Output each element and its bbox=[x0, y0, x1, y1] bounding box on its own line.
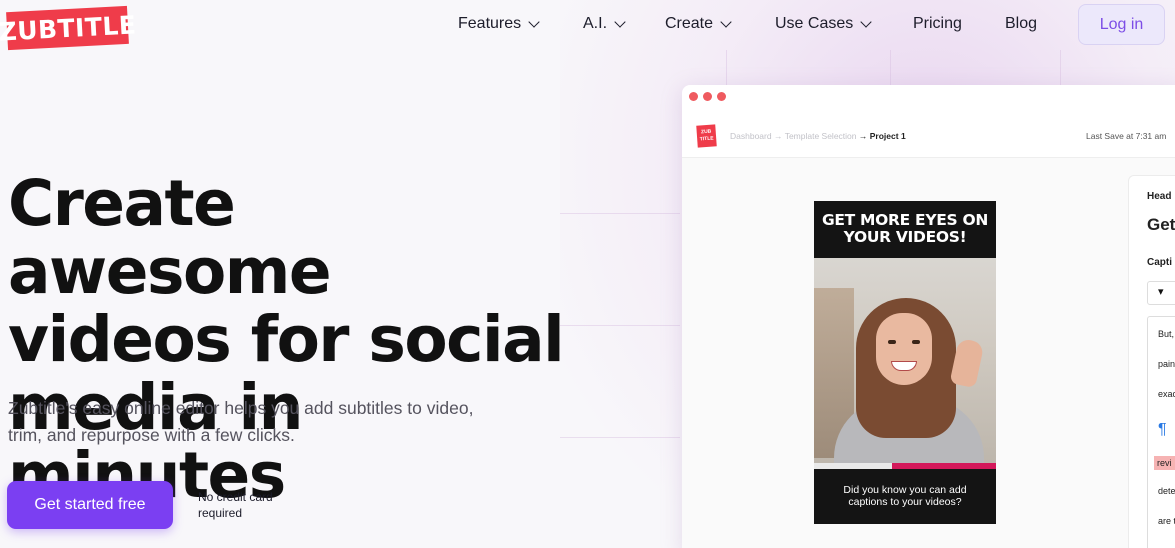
nav-item-features[interactable]: Features bbox=[458, 15, 540, 33]
caption-line: dete bbox=[1158, 486, 1175, 496]
caption-style-dropdown[interactable]: ▾ bbox=[1147, 281, 1175, 305]
video-preview: GET MORE EYES ON YOUR VIDEOS! Did you kn… bbox=[814, 201, 996, 524]
nav-item-label: Blog bbox=[1005, 15, 1038, 32]
top-navigation: ZUBTITLE Features A.I. Create Use Cases … bbox=[0, 0, 1175, 51]
editor-header: ZUB TITLE Dashboard → Template Selection… bbox=[682, 113, 1175, 158]
caption-line: are t bbox=[1158, 516, 1175, 526]
grid-line bbox=[560, 437, 680, 438]
properties-panel: Head Get Capti ▾ But, pain exac ¶ revi d… bbox=[1128, 175, 1175, 548]
no-credit-card-note: No credit card required bbox=[198, 490, 273, 520]
nav-item-label: Features bbox=[458, 15, 522, 32]
heading-value: Get bbox=[1147, 215, 1175, 234]
breadcrumb: Dashboard → Template Selection → Project… bbox=[730, 131, 906, 141]
editor-preview-window: ZUB TITLE Dashboard → Template Selection… bbox=[682, 85, 1175, 548]
chevron-down-icon bbox=[614, 16, 626, 28]
nav-item-blog[interactable]: Blog bbox=[1005, 15, 1037, 33]
face-shape bbox=[876, 313, 932, 385]
zubtitle-logo[interactable]: ZUBTITLE bbox=[0, 5, 137, 51]
logo-text: ZUBTITLE bbox=[0, 9, 138, 47]
nav-item-create[interactable]: Create bbox=[665, 15, 732, 33]
video-headline: GET MORE EYES ON YOUR VIDEOS! bbox=[821, 211, 989, 246]
grid-line bbox=[560, 213, 680, 214]
caption-text-area[interactable]: But, pain exac ¶ revi dete are t bbox=[1147, 316, 1175, 548]
window-dot-icon bbox=[689, 92, 698, 101]
eye-shape bbox=[912, 340, 920, 344]
chevron-down-icon bbox=[528, 16, 540, 28]
heading-label: Head bbox=[1147, 191, 1172, 202]
nav-item-pricing[interactable]: Pricing bbox=[913, 15, 962, 33]
video-frame-image bbox=[814, 258, 996, 463]
nav-item-label: Pricing bbox=[913, 15, 962, 32]
chevron-down-icon bbox=[720, 16, 732, 28]
dropdown-arrow-icon: ▾ bbox=[1158, 286, 1164, 298]
nav-item-label: Create bbox=[665, 15, 714, 32]
get-started-button[interactable]: Get started free bbox=[7, 481, 173, 529]
captions-label: Capti bbox=[1147, 257, 1172, 268]
window-dot-icon bbox=[703, 92, 712, 101]
breadcrumb-current: Project 1 bbox=[869, 131, 906, 141]
hero-title: Create awesome videos for social media i… bbox=[8, 167, 565, 512]
window-dot-icon bbox=[717, 92, 726, 101]
caption-line: But, bbox=[1158, 329, 1175, 339]
login-button[interactable]: Log in bbox=[1078, 4, 1165, 45]
nav-item-label: A.I. bbox=[583, 15, 608, 32]
caption-line: exac bbox=[1158, 389, 1175, 399]
arrow-right-icon: → bbox=[773, 131, 785, 141]
hero-subtitle: Zubtitle's easy online editor helps you … bbox=[8, 398, 474, 445]
breadcrumb-item: Template Selection bbox=[784, 131, 857, 141]
arrow-right-icon: → bbox=[858, 131, 870, 141]
grid-line bbox=[560, 325, 680, 326]
eye-shape bbox=[888, 340, 896, 344]
breadcrumb-item: Dashboard bbox=[730, 131, 772, 141]
last-save-status: Last Save at 7:31 am bbox=[1086, 131, 1167, 141]
nav-item-use-cases[interactable]: Use Cases bbox=[775, 15, 872, 33]
caption-line-highlighted: revi bbox=[1154, 456, 1175, 470]
chevron-down-icon bbox=[860, 16, 872, 28]
caption-line: pain bbox=[1158, 359, 1175, 369]
nav-item-label: Use Cases bbox=[775, 15, 854, 32]
paragraph-icon[interactable]: ¶ bbox=[1158, 421, 1167, 439]
mini-logo-text: TITLE bbox=[699, 135, 714, 143]
mini-logo: ZUB TITLE bbox=[696, 124, 717, 148]
nav-item-ai[interactable]: A.I. bbox=[583, 15, 626, 33]
video-caption: Did you know you can add captions to you… bbox=[843, 484, 967, 508]
